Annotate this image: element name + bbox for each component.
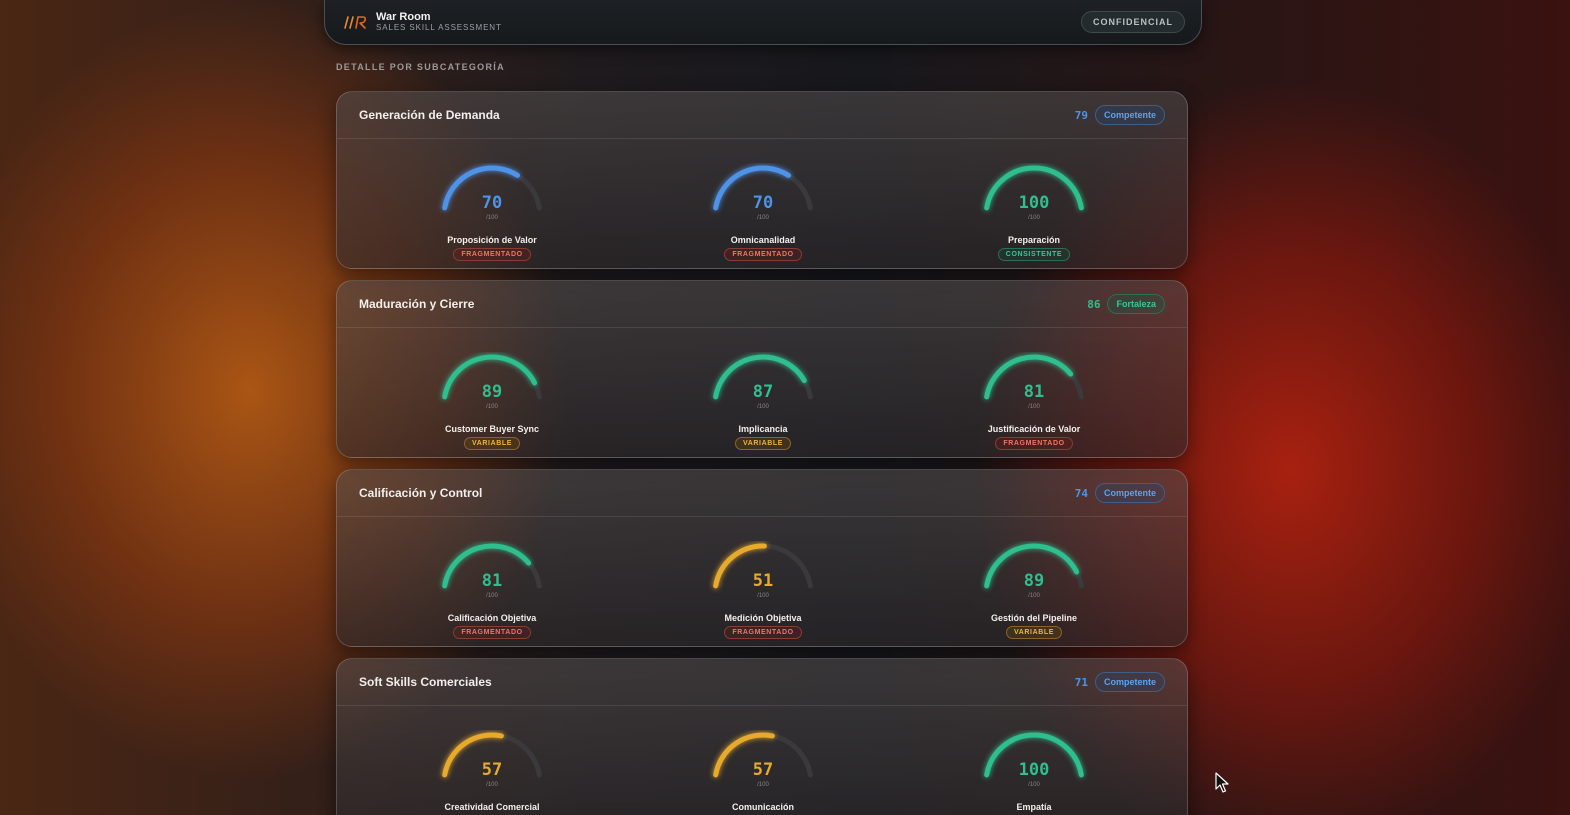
category-title: Generación de Demanda [359,108,500,122]
gauge-name: Comunicación [731,802,794,812]
category-title: Maduración y Cierre [359,297,475,311]
gauge-consistency-tag: CONSISTENTE [997,248,1071,261]
gauge-name: Calificación Objetiva [447,613,537,623]
gauge: 57 /100 Comunicación FRAGMENTADO [703,730,823,815]
gauge-consistency-tag: FRAGMENTADO [453,248,531,261]
category-card: Soft Skills Comerciales 71 Competente 57… [336,658,1188,815]
category-header: Generación de Demanda 79 Competente [337,92,1187,139]
top-bar: War Room SALES SKILL ASSESSMENT CONFIDEN… [324,0,1202,45]
gauge-consistency-tag: VARIABLE [1005,626,1063,639]
app-title: War Room [376,11,431,23]
category-card: Generación de Demanda 79 Competente 70 /… [336,91,1188,269]
gauge-value: 89 [1023,571,1045,591]
gauge-name: Medición Objetiva [724,613,802,623]
gauge-max-label: /100 [757,215,769,221]
gauge-name: Gestión del Pipeline [990,613,1078,623]
category-title: Calificación y Control [359,486,483,500]
gauge: 89 /100 Customer Buyer Sync VARIABLE [432,352,552,450]
gauge: 57 /100 Creatividad Comercial FRAGMENTAD… [432,730,552,815]
category-title: Soft Skills Comerciales [359,675,492,689]
gauge-name: Implicancia [738,424,788,434]
brand: War Room SALES SKILL ASSESSMENT [376,11,502,33]
category-body: 89 /100 Customer Buyer Sync VARIABLE 87 … [337,328,1187,457]
gauge-value: 89 [481,382,503,402]
gauge-name: Justificación de Valor [987,424,1081,434]
gauge: 51 /100 Medición Objetiva FRAGMENTADO [703,541,823,639]
category-header: Maduración y Cierre 86 Fortaleza [337,281,1187,328]
gauge: 70 /100 Omnicanalidad FRAGMENTADO [703,163,823,261]
category-card: Maduración y Cierre 86 Fortaleza 89 /100… [336,280,1188,458]
mouse-cursor-icon [1215,772,1229,793]
gauge-consistency-tag: FRAGMENTADO [724,248,802,261]
category-score: 74 [1074,486,1088,500]
category-status-badge: Competente [1094,672,1165,692]
gauge-value: 70 [752,193,774,213]
gauge: 70 /100 Proposición de Valor FRAGMENTADO [432,163,552,261]
gauge-value: 81 [1023,382,1045,402]
category-score: 71 [1074,675,1088,689]
gauge: 89 /100 Gestión del Pipeline VARIABLE [974,541,1094,639]
gauge: 100 /100 Preparación CONSISTENTE [974,163,1094,261]
category-card: Calificación y Control 74 Competente 81 … [336,469,1188,647]
section-label: DETALLE POR SUBCATEGORÍA [336,62,505,72]
gauge-max-label: /100 [757,782,769,788]
category-body: 57 /100 Creatividad Comercial FRAGMENTAD… [337,706,1187,815]
gauge-name: Omnicanalidad [730,235,796,245]
category-header: Calificación y Control 74 Competente [337,470,1187,517]
gauge-name: Proposición de Valor [447,235,537,245]
gauge-consistency-tag: FRAGMENTADO [724,626,802,639]
gauge: 100 /100 Empatía CONSISTENTE [974,730,1094,815]
gauge-consistency-tag: VARIABLE [734,437,792,450]
gauge-max-label: /100 [486,782,498,788]
gauge-name: Empatía [1016,802,1052,812]
gauge-max-label: /100 [1028,782,1040,788]
category-status-badge: Fortaleza [1107,294,1165,314]
category-status-badge: Competente [1094,105,1165,125]
gauge-max-label: /100 [486,404,498,410]
category-header: Soft Skills Comerciales 71 Competente [337,659,1187,706]
app-subtitle: SALES SKILL ASSESSMENT [376,23,502,32]
gauge-max-label: /100 [757,404,769,410]
gauge-value: 51 [752,571,774,591]
category-body: 70 /100 Proposición de Valor FRAGMENTADO… [337,139,1187,268]
gauge-value: 70 [481,193,503,213]
gauge-value: 57 [481,760,503,780]
gauge-value: 81 [481,571,503,591]
gauge-max-label: /100 [1028,404,1040,410]
gauge-consistency-tag: FRAGMENTADO [995,437,1073,450]
category-score: 86 [1087,297,1101,311]
gauge-value: 100 [1018,193,1050,213]
gauge-name: Customer Buyer Sync [444,424,540,434]
gauge: 81 /100 Justificación de Valor FRAGMENTA… [974,352,1094,450]
gauge-max-label: /100 [1028,593,1040,599]
war-room-logo-icon [343,13,369,31]
gauge-max-label: /100 [1028,215,1040,221]
gauge-value: 87 [752,382,774,402]
gauge-name: Preparación [1007,235,1061,245]
gauge-name: Creatividad Comercial [444,802,540,812]
category-body: 81 /100 Calificación Objetiva FRAGMENTAD… [337,517,1187,646]
category-score: 79 [1074,108,1088,122]
gauge-consistency-tag: VARIABLE [463,437,521,450]
gauge: 81 /100 Calificación Objetiva FRAGMENTAD… [432,541,552,639]
gauge: 87 /100 Implicancia VARIABLE [703,352,823,450]
gauge-max-label: /100 [757,593,769,599]
category-status-badge: Competente [1094,483,1165,503]
confidential-badge: CONFIDENCIAL [1081,11,1185,33]
gauge-value: 100 [1018,760,1050,780]
gauge-max-label: /100 [486,215,498,221]
gauge-max-label: /100 [486,593,498,599]
gauge-value: 57 [752,760,774,780]
gauge-consistency-tag: FRAGMENTADO [453,626,531,639]
